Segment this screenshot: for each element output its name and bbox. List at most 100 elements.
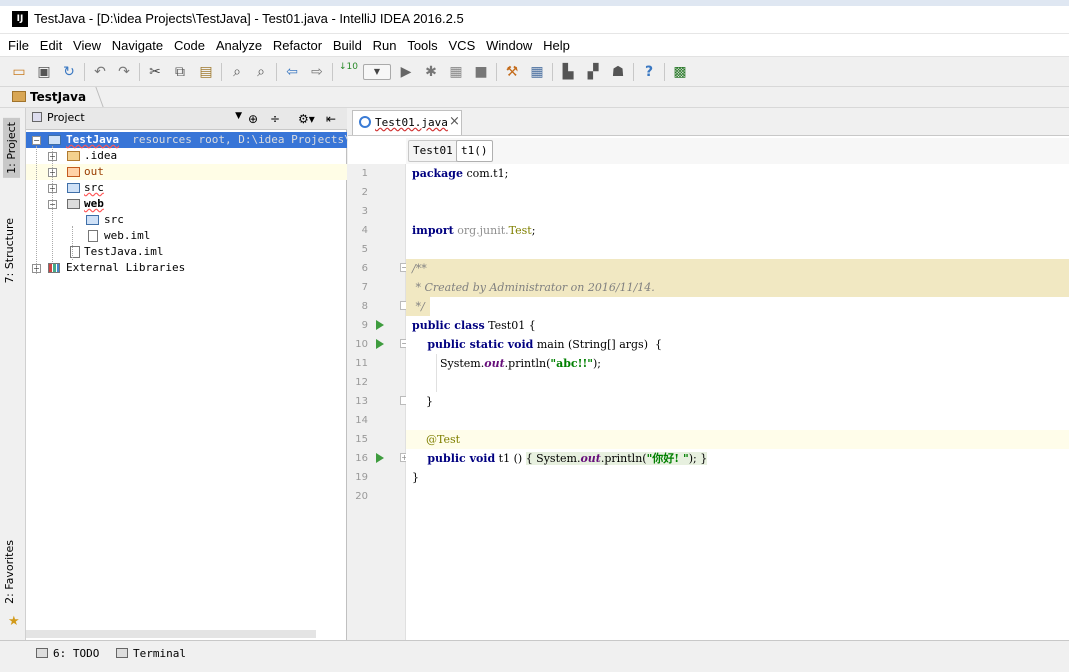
run-icon[interactable]: ▶ [397,63,415,81]
menu-navigate[interactable]: Navigate [108,34,166,53]
tree-item-web-iml[interactable]: web.iml [26,228,347,244]
line-number: 20 [355,491,368,502]
redo-icon[interactable]: ↷ [115,63,133,81]
sdk-manager-icon[interactable]: ▙ [559,63,577,81]
project-view-icon [32,112,42,122]
stop-icon[interactable]: ■ [472,63,490,81]
run-main-icon[interactable] [376,339,384,349]
coverage-icon[interactable]: ▦ [447,63,465,81]
code-line-16: public void t1 () { System.out.println("… [406,449,1069,468]
close-icon[interactable]: × [449,114,460,129]
project-panel-header: Project ▼ ⊕ ÷ ⚙▾ ⇤ [26,108,347,130]
menu-refactor[interactable]: Refactor [269,34,325,53]
todo-icon [36,648,48,658]
breadcrumb-method[interactable]: t1() [456,140,493,162]
sync-icon[interactable]: ↻ [60,63,78,81]
menu-edit[interactable]: Edit [36,34,65,53]
tab-project-toolwindow[interactable]: 1: Project [3,118,20,178]
menu-code[interactable]: Code [170,34,208,53]
comment-text: */ [412,300,425,313]
line-number: 7 [361,282,368,293]
avd-manager-icon[interactable]: ▞ [584,63,602,81]
left-tool-stripe: 1: Project 7: Structure 2: Favorites ★ [0,108,26,640]
copy-icon[interactable]: ⧉ [171,63,189,81]
tree-item-web[interactable]: − web [26,196,347,212]
collapse-toggle-icon[interactable]: − [32,136,41,145]
tree-item-out[interactable]: + out [26,164,347,180]
cut-icon[interactable]: ✂ [146,63,164,81]
code-line-6: /** [406,259,1069,278]
tree-item-testjava[interactable]: − TestJava resources root, D:\idea Proje… [26,132,371,148]
bottom-tool-stripe: 6: TODO Terminal [0,640,1069,672]
tree-item-testjava-iml[interactable]: TestJava.iml [26,244,347,260]
open-folder-icon[interactable]: ▭ [10,63,28,81]
menu-analyze[interactable]: Analyze [212,34,265,53]
editor-breadcrumbs: Test01 t1() [406,138,1069,164]
breadcrumb-class[interactable]: Test01 [408,140,458,162]
hide-panel-icon[interactable]: ⇤ [326,112,336,126]
scroll-from-source-icon[interactable]: ⊕ [248,112,258,126]
tree-item-label: out [84,165,104,178]
run-class-icon[interactable] [376,320,384,330]
tree-item-idea[interactable]: + .idea [26,148,347,164]
code-line-8: */ [406,297,430,316]
menu-tools[interactable]: Tools [403,34,440,53]
run-test-icon[interactable] [376,453,384,463]
undo-icon[interactable]: ↶ [91,63,109,81]
folded-region[interactable]: { System.out.println("你好! "); } [525,452,708,465]
tab-favorites-toolwindow[interactable]: 2: Favorites [3,540,16,604]
tree-item-label: TestJava.iml [84,245,164,258]
project-view-dropdown[interactable]: Project ▼ [32,111,242,127]
menu-file[interactable]: File [0,34,32,53]
menu-help[interactable]: Help [539,34,573,53]
keyword: public void [412,452,496,465]
window-title-bar: IJ TestJava - [D:\idea Projects\TestJava… [0,0,1069,34]
tab-structure-toolwindow[interactable]: 7: Structure [3,218,16,283]
menu-run[interactable]: Run [369,34,400,53]
paste-icon[interactable]: ▤ [197,63,215,81]
editor-gutter: 1 2 3 4 5 6 7 8 9 10 11 12 13 14 15 16 1… [348,164,409,640]
window-title: TestJava - [D:\idea Projects\TestJava] -… [34,11,464,26]
tree-guide-line [52,146,53,262]
plugin-icon[interactable]: ▩ [671,63,689,81]
todo-tool-button[interactable]: 6: TODO [36,647,99,660]
tab-label: Test01.java [375,116,448,129]
run-config-dropdown[interactable]: ▼ [363,64,391,80]
code-text: } [412,395,433,408]
forward-icon[interactable]: ⇨ [308,63,326,81]
find-icon[interactable]: ⌕ [228,63,246,81]
string-literal: "你好! " [646,452,689,465]
collapse-all-icon[interactable]: ÷ [270,112,280,126]
tree-item-external-libraries[interactable]: + External Libraries [26,260,347,276]
line-number: 12 [355,377,368,388]
project-horizontal-scrollbar[interactable] [26,630,316,638]
tree-root-name: TestJava [66,133,119,146]
save-icon[interactable]: ▣ [35,63,53,81]
debug-icon[interactable]: ✱ [422,63,440,81]
tree-item-label: web.iml [104,229,151,242]
help-icon[interactable]: ? [640,63,658,81]
nav-crumb-project[interactable]: TestJava [12,90,86,104]
gear-icon[interactable]: ⚙▾ [298,112,315,126]
toolbar-separator [664,63,665,81]
terminal-tool-button[interactable]: Terminal [116,647,186,660]
menu-view[interactable]: View [69,34,104,53]
settings-icon[interactable]: ⚒ [503,63,521,81]
tab-test01-java[interactable]: Test01.java × [352,110,462,135]
tree-item-web-src[interactable]: src [26,212,347,228]
code-text: Test01 { [484,319,536,332]
code-editor[interactable]: package com.t1; import org.junit.Test; /… [406,164,1069,640]
menu-window[interactable]: Window [482,34,535,53]
code-line-9: public class Test01 { [406,316,1069,335]
android-icon[interactable]: ☗ [609,63,627,81]
replace-icon[interactable]: ⌕ [252,63,270,81]
line-number: 3 [361,206,368,217]
menu-build[interactable]: Build [329,34,365,53]
menu-vcs[interactable]: VCS [445,34,479,53]
back-icon[interactable]: ⇦ [283,63,301,81]
tree-item-label: External Libraries [66,261,186,274]
make-project-icon[interactable]: ↓10 [339,63,358,81]
tree-item-src[interactable]: + src [26,180,347,196]
tree-item-label: src [104,213,124,226]
project-structure-icon[interactable]: ▦ [528,63,546,81]
